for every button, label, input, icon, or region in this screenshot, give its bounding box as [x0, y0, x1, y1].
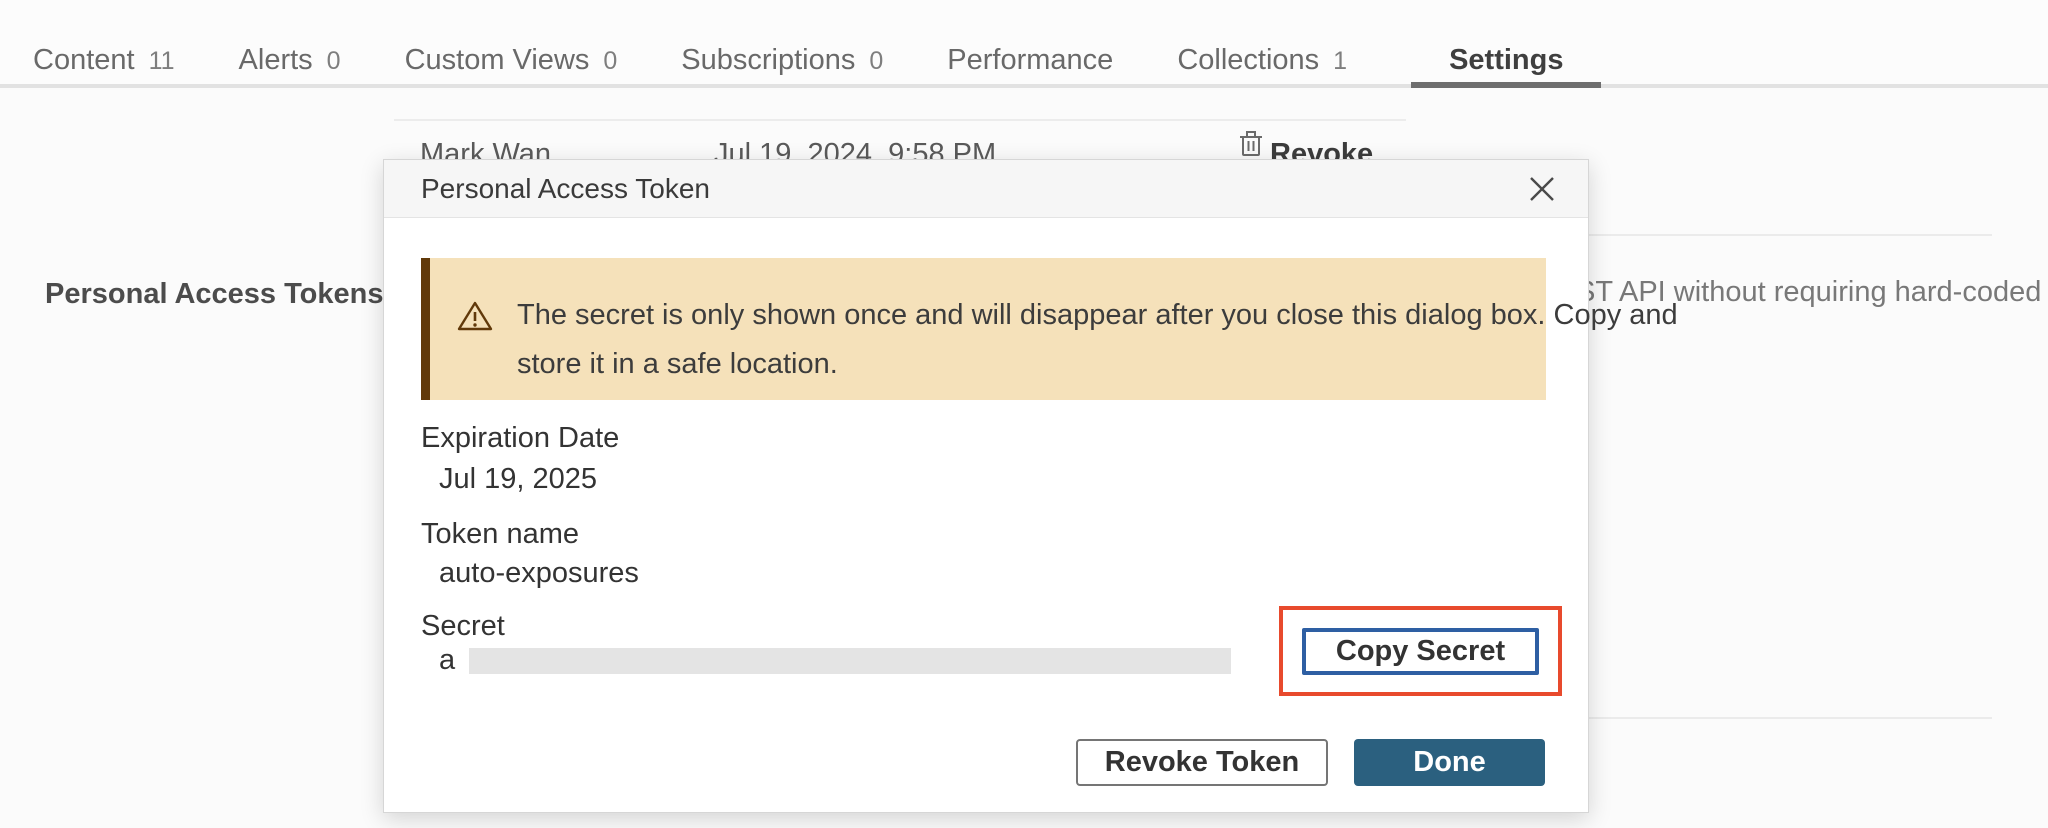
tab-label: Custom Views	[405, 44, 590, 77]
tab-content[interactable]: Content 11	[33, 44, 175, 77]
tab-settings[interactable]: Settings	[1411, 44, 1601, 77]
dialog-header: Personal Access Token	[384, 160, 1588, 218]
done-button[interactable]: Done	[1354, 739, 1545, 786]
secret-label: Secret	[421, 610, 505, 643]
secret-visible-character: a	[439, 644, 455, 677]
warning-icon	[457, 300, 493, 400]
expiration-date-label: Expiration Date	[421, 422, 619, 455]
revoke-token-button[interactable]: Revoke Token	[1076, 739, 1328, 786]
screen: Content 11 Alerts 0 Custom Views 0 Subsc…	[0, 0, 2048, 828]
personal-access-token-dialog: Personal Access Token The sec	[383, 159, 1589, 813]
tab-label: Performance	[947, 44, 1113, 77]
tab-collections[interactable]: Collections 1	[1177, 44, 1347, 77]
tab-bar: Content 11 Alerts 0 Custom Views 0 Subsc…	[0, 0, 2048, 88]
warning-text-line1: The secret is only shown once and will d…	[517, 291, 1678, 340]
secret-value-row: a	[439, 644, 1231, 677]
tab-custom-views[interactable]: Custom Views 0	[405, 44, 618, 77]
close-icon[interactable]	[1524, 171, 1560, 207]
dialog-footer: Revoke Token Done	[1076, 739, 1545, 786]
tab-count: 0	[327, 47, 341, 76]
section-label-personal-access-tokens: Personal Access Tokens	[45, 278, 384, 311]
table-header-divider	[394, 119, 1406, 121]
tab-label: Content	[33, 44, 135, 77]
tab-alerts[interactable]: Alerts 0	[239, 44, 341, 77]
tab-label: Subscriptions	[681, 44, 855, 77]
tab-count: 0	[869, 47, 883, 76]
token-name-label: Token name	[421, 518, 579, 551]
tab-count: 0	[603, 47, 617, 76]
tab-label: Alerts	[239, 44, 313, 77]
token-name-value: auto-exposures	[439, 557, 639, 590]
tab-subscriptions[interactable]: Subscriptions 0	[681, 44, 883, 77]
dialog-title: Personal Access Token	[421, 173, 1524, 205]
tab-label: Settings	[1449, 44, 1563, 77]
expiration-date-value: Jul 19, 2025	[439, 463, 597, 496]
trash-icon[interactable]	[1240, 130, 1262, 162]
secret-masked-bar	[469, 648, 1231, 674]
copy-secret-annotation-box: Copy Secret	[1279, 606, 1562, 696]
tab-count: 11	[149, 47, 175, 76]
tab-count: 1	[1333, 47, 1347, 76]
copy-secret-button[interactable]: Copy Secret	[1302, 628, 1539, 675]
warning-text: The secret is only shown once and will d…	[517, 291, 1678, 400]
tab-performance[interactable]: Performance	[947, 44, 1113, 77]
warning-banner: The secret is only shown once and will d…	[421, 258, 1546, 400]
warning-text-line2: store it in a safe location.	[517, 340, 1678, 389]
tab-label: Collections	[1177, 44, 1319, 77]
